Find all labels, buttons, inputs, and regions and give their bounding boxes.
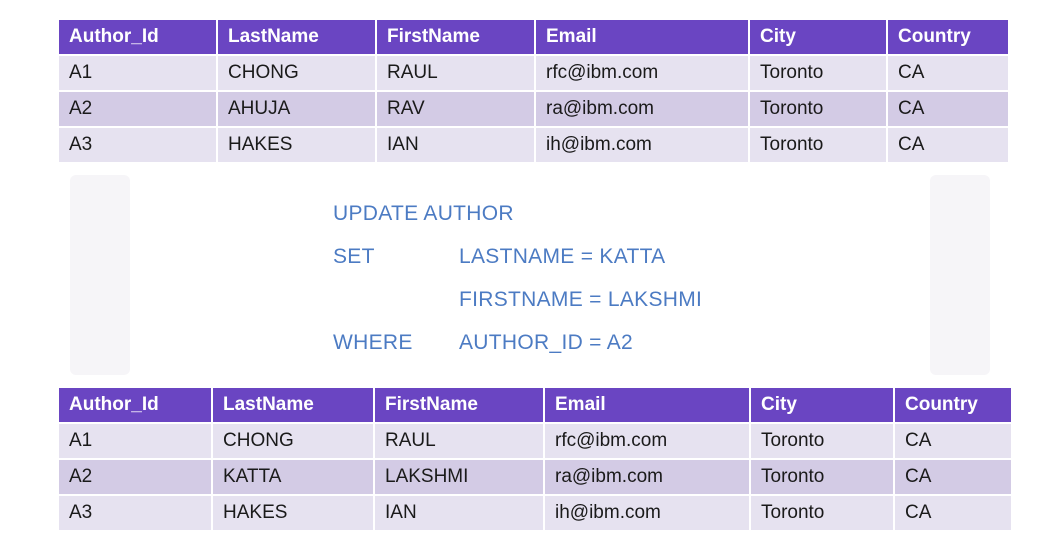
- cell-firstname: IAN: [377, 128, 534, 162]
- table-row: A3 HAKES IAN ih@ibm.com Toronto CA: [59, 496, 1011, 530]
- cell-author-id: A1: [59, 424, 211, 458]
- cell-lastname: AHUJA: [218, 92, 375, 126]
- cell-city: Toronto: [751, 460, 893, 494]
- table-row: A3 HAKES IAN ih@ibm.com Toronto CA: [59, 128, 1008, 162]
- sql-where-keyword: WHERE: [333, 331, 413, 354]
- column-header-email: Email: [536, 20, 748, 54]
- cell-firstname: RAUL: [375, 424, 543, 458]
- cell-author-id: A2: [59, 460, 211, 494]
- cell-email: ra@ibm.com: [545, 460, 749, 494]
- sql-set-keyword: SET: [333, 245, 375, 268]
- column-header-email: Email: [545, 388, 749, 422]
- column-header-lastname: LastName: [213, 388, 373, 422]
- background-shape: [930, 175, 990, 375]
- cell-lastname: HAKES: [218, 128, 375, 162]
- cell-author-id: A3: [59, 128, 216, 162]
- cell-firstname: LAKSHMI: [375, 460, 543, 494]
- cell-country: CA: [895, 460, 1011, 494]
- cell-lastname: HAKES: [213, 496, 373, 530]
- sql-update-clause: UPDATE AUTHOR: [333, 202, 514, 225]
- column-header-country: Country: [895, 388, 1011, 422]
- column-header-lastname: LastName: [218, 20, 375, 54]
- cell-city: Toronto: [751, 496, 893, 530]
- author-table-before: Author_Id LastName FirstName Email City …: [57, 18, 1010, 164]
- cell-author-id: A3: [59, 496, 211, 530]
- author-table-after: Author_Id LastName FirstName Email City …: [57, 386, 1013, 532]
- sql-where-condition: AUTHOR_ID = A2: [459, 331, 634, 354]
- column-header-author-id: Author_Id: [59, 20, 216, 54]
- table-row: A1 CHONG RAUL rfc@ibm.com Toronto CA: [59, 56, 1008, 90]
- column-header-country: Country: [888, 20, 1008, 54]
- cell-country: CA: [895, 424, 1011, 458]
- table-header-row: Author_Id LastName FirstName Email City …: [59, 388, 1011, 422]
- cell-email: ih@ibm.com: [545, 496, 749, 530]
- cell-firstname: RAV: [377, 92, 534, 126]
- cell-country: CA: [888, 56, 1008, 90]
- cell-author-id: A2: [59, 92, 216, 126]
- table-header-row: Author_Id LastName FirstName Email City …: [59, 20, 1008, 54]
- table-row: A2 KATTA LAKSHMI ra@ibm.com Toronto CA: [59, 460, 1011, 494]
- cell-city: Toronto: [750, 128, 886, 162]
- cell-country: CA: [895, 496, 1011, 530]
- table-row: A2 AHUJA RAV ra@ibm.com Toronto CA: [59, 92, 1008, 126]
- cell-lastname: CHONG: [213, 424, 373, 458]
- cell-lastname: CHONG: [218, 56, 375, 90]
- cell-lastname: KATTA: [213, 460, 373, 494]
- table-row: A1 CHONG RAUL rfc@ibm.com Toronto CA: [59, 424, 1011, 458]
- background-shape: [70, 175, 130, 375]
- cell-firstname: IAN: [375, 496, 543, 530]
- cell-city: Toronto: [750, 92, 886, 126]
- column-header-author-id: Author_Id: [59, 388, 211, 422]
- cell-firstname: RAUL: [377, 56, 534, 90]
- cell-email: rfc@ibm.com: [545, 424, 749, 458]
- column-header-firstname: FirstName: [377, 20, 534, 54]
- column-header-city: City: [750, 20, 886, 54]
- cell-city: Toronto: [750, 56, 886, 90]
- cell-email: ih@ibm.com: [536, 128, 748, 162]
- cell-email: ra@ibm.com: [536, 92, 748, 126]
- sql-set-lastname: LASTNAME = KATTA: [459, 245, 666, 268]
- cell-country: CA: [888, 92, 1008, 126]
- cell-country: CA: [888, 128, 1008, 162]
- sql-set-firstname: FIRSTNAME = LAKSHMI: [459, 288, 703, 311]
- column-header-city: City: [751, 388, 893, 422]
- column-header-firstname: FirstName: [375, 388, 543, 422]
- cell-email: rfc@ibm.com: [536, 56, 748, 90]
- cell-city: Toronto: [751, 424, 893, 458]
- cell-author-id: A1: [59, 56, 216, 90]
